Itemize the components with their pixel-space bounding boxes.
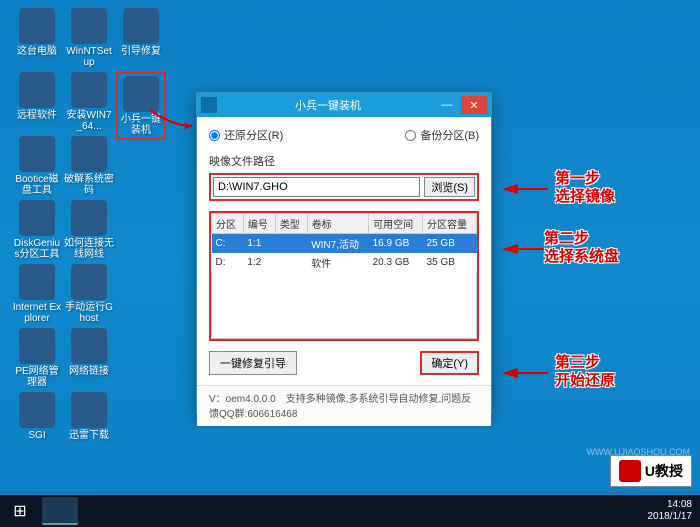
- taskbar-app[interactable]: [42, 497, 78, 525]
- app-icon: [123, 8, 159, 44]
- path-label: 映像文件路径: [209, 153, 479, 169]
- desktop-icon[interactable]: SGI: [12, 392, 62, 441]
- ok-button[interactable]: 确定(Y): [420, 351, 479, 375]
- desktop-icon[interactable]: DiskGenius分区工具: [12, 200, 62, 260]
- column-header[interactable]: 分区容量: [423, 214, 477, 234]
- installer-dialog: 小兵一键装机 — ✕ 还原分区(R) 备份分区(B) 映像文件路径 浏览(S) …: [196, 92, 492, 414]
- app-icon: [123, 76, 159, 112]
- icon-label: 手动运行Ghost: [64, 302, 114, 324]
- app-icon: [71, 136, 107, 172]
- start-button[interactable]: ⊞: [0, 495, 40, 527]
- arrow-step1: [502, 184, 518, 194]
- annotation-step2: 第二步选择系统盘: [544, 230, 619, 266]
- icon-label: 网络链接: [64, 366, 114, 377]
- selection-arrow: [148, 108, 198, 138]
- backup-radio[interactable]: 备份分区(B): [405, 127, 479, 143]
- desktop-icon[interactable]: 如何连接无线网线: [64, 200, 114, 260]
- column-header[interactable]: 编号: [243, 214, 275, 234]
- icon-label: 这台电脑: [12, 46, 62, 57]
- titlebar[interactable]: 小兵一键装机 — ✕: [197, 93, 491, 117]
- table-row[interactable]: D:1:2软件20.3 GB35 GB: [212, 253, 477, 272]
- app-icon: [71, 200, 107, 236]
- icon-label: 安装WIN7_64...: [64, 110, 114, 132]
- app-icon: [19, 264, 55, 300]
- app-icon: [19, 200, 55, 236]
- browse-button[interactable]: 浏览(S): [424, 177, 475, 197]
- desktop-icon[interactable]: 这台电脑: [12, 8, 62, 57]
- system-tray[interactable]: 14:08 2018/1/17: [640, 499, 700, 523]
- desktop-icon[interactable]: 迅雷下载: [64, 392, 114, 441]
- image-path-input[interactable]: [213, 177, 420, 197]
- app-icon: [71, 72, 107, 108]
- icon-label: Internet Explorer: [12, 302, 62, 324]
- app-icon: [71, 392, 107, 428]
- app-icon: [71, 264, 107, 300]
- minimize-button[interactable]: —: [434, 96, 460, 114]
- table-row[interactable]: C:1:1WIN7,活动16.9 GB25 GB: [212, 234, 477, 254]
- brand-watermark: U教授: [610, 455, 692, 487]
- icon-label: PE网络管理器: [12, 366, 62, 388]
- column-header[interactable]: 分区: [212, 214, 244, 234]
- window-title: 小兵一键装机: [223, 97, 433, 113]
- desktop-icon[interactable]: 破解系统密码: [64, 136, 114, 196]
- desktop-icon[interactable]: Internet Explorer: [12, 264, 62, 324]
- arrow-step2: [502, 244, 518, 254]
- app-icon: [71, 8, 107, 44]
- column-header[interactable]: 卷标: [307, 214, 368, 234]
- desktop-icon[interactable]: 网络链接: [64, 328, 114, 377]
- column-header[interactable]: 可用空间: [369, 214, 423, 234]
- dialog-footer: V：oem4.0.0.0 支持多种镜像,多系统引导自动修复,问题反馈QQ群:60…: [197, 385, 491, 426]
- partition-table: 分区编号类型卷标可用空间分区容量 C:1:1WIN7,活动16.9 GB25 G…: [211, 213, 477, 272]
- desktop-icon[interactable]: PE网络管理器: [12, 328, 62, 388]
- icon-label: DiskGenius分区工具: [12, 238, 62, 260]
- desktop-icon[interactable]: 手动运行Ghost: [64, 264, 114, 324]
- desktop-icon[interactable]: 安装WIN7_64...: [64, 72, 114, 132]
- app-icon: [19, 8, 55, 44]
- icon-label: 如何连接无线网线: [64, 238, 114, 260]
- icon-label: 迅雷下载: [64, 430, 114, 441]
- app-icon: [71, 328, 107, 364]
- restore-radio[interactable]: 还原分区(R): [209, 127, 283, 143]
- repair-boot-button[interactable]: 一键修复引导: [209, 351, 297, 375]
- annotation-step3: 第三步开始还原: [555, 354, 615, 390]
- icon-label: 引导修复: [116, 46, 166, 57]
- app-icon: [201, 97, 217, 113]
- step1-highlight: 浏览(S): [209, 173, 479, 201]
- desktop-icon[interactable]: WinNTSetup: [64, 8, 114, 68]
- arrow-step3: [502, 368, 518, 378]
- icon-label: Bootice磁盘工具: [12, 174, 62, 196]
- app-icon: [19, 72, 55, 108]
- desktop-icon[interactable]: 引导修复: [116, 8, 166, 57]
- desktop-icon[interactable]: 远程软件: [12, 72, 62, 121]
- annotation-step1: 第一步选择镜像: [555, 170, 615, 206]
- brand-logo-icon: [619, 460, 641, 482]
- app-icon: [19, 136, 55, 172]
- icon-label: 远程软件: [12, 110, 62, 121]
- app-icon: [19, 328, 55, 364]
- close-button[interactable]: ✕: [461, 96, 487, 114]
- icon-label: SGI: [12, 430, 62, 441]
- column-header[interactable]: 类型: [275, 214, 307, 234]
- taskbar[interactable]: ⊞ 14:08 2018/1/17: [0, 495, 700, 527]
- app-icon: [19, 392, 55, 428]
- desktop-icon[interactable]: Bootice磁盘工具: [12, 136, 62, 196]
- icon-label: 破解系统密码: [64, 174, 114, 196]
- step2-highlight: 分区编号类型卷标可用空间分区容量 C:1:1WIN7,活动16.9 GB25 G…: [209, 211, 479, 341]
- icon-label: WinNTSetup: [64, 46, 114, 68]
